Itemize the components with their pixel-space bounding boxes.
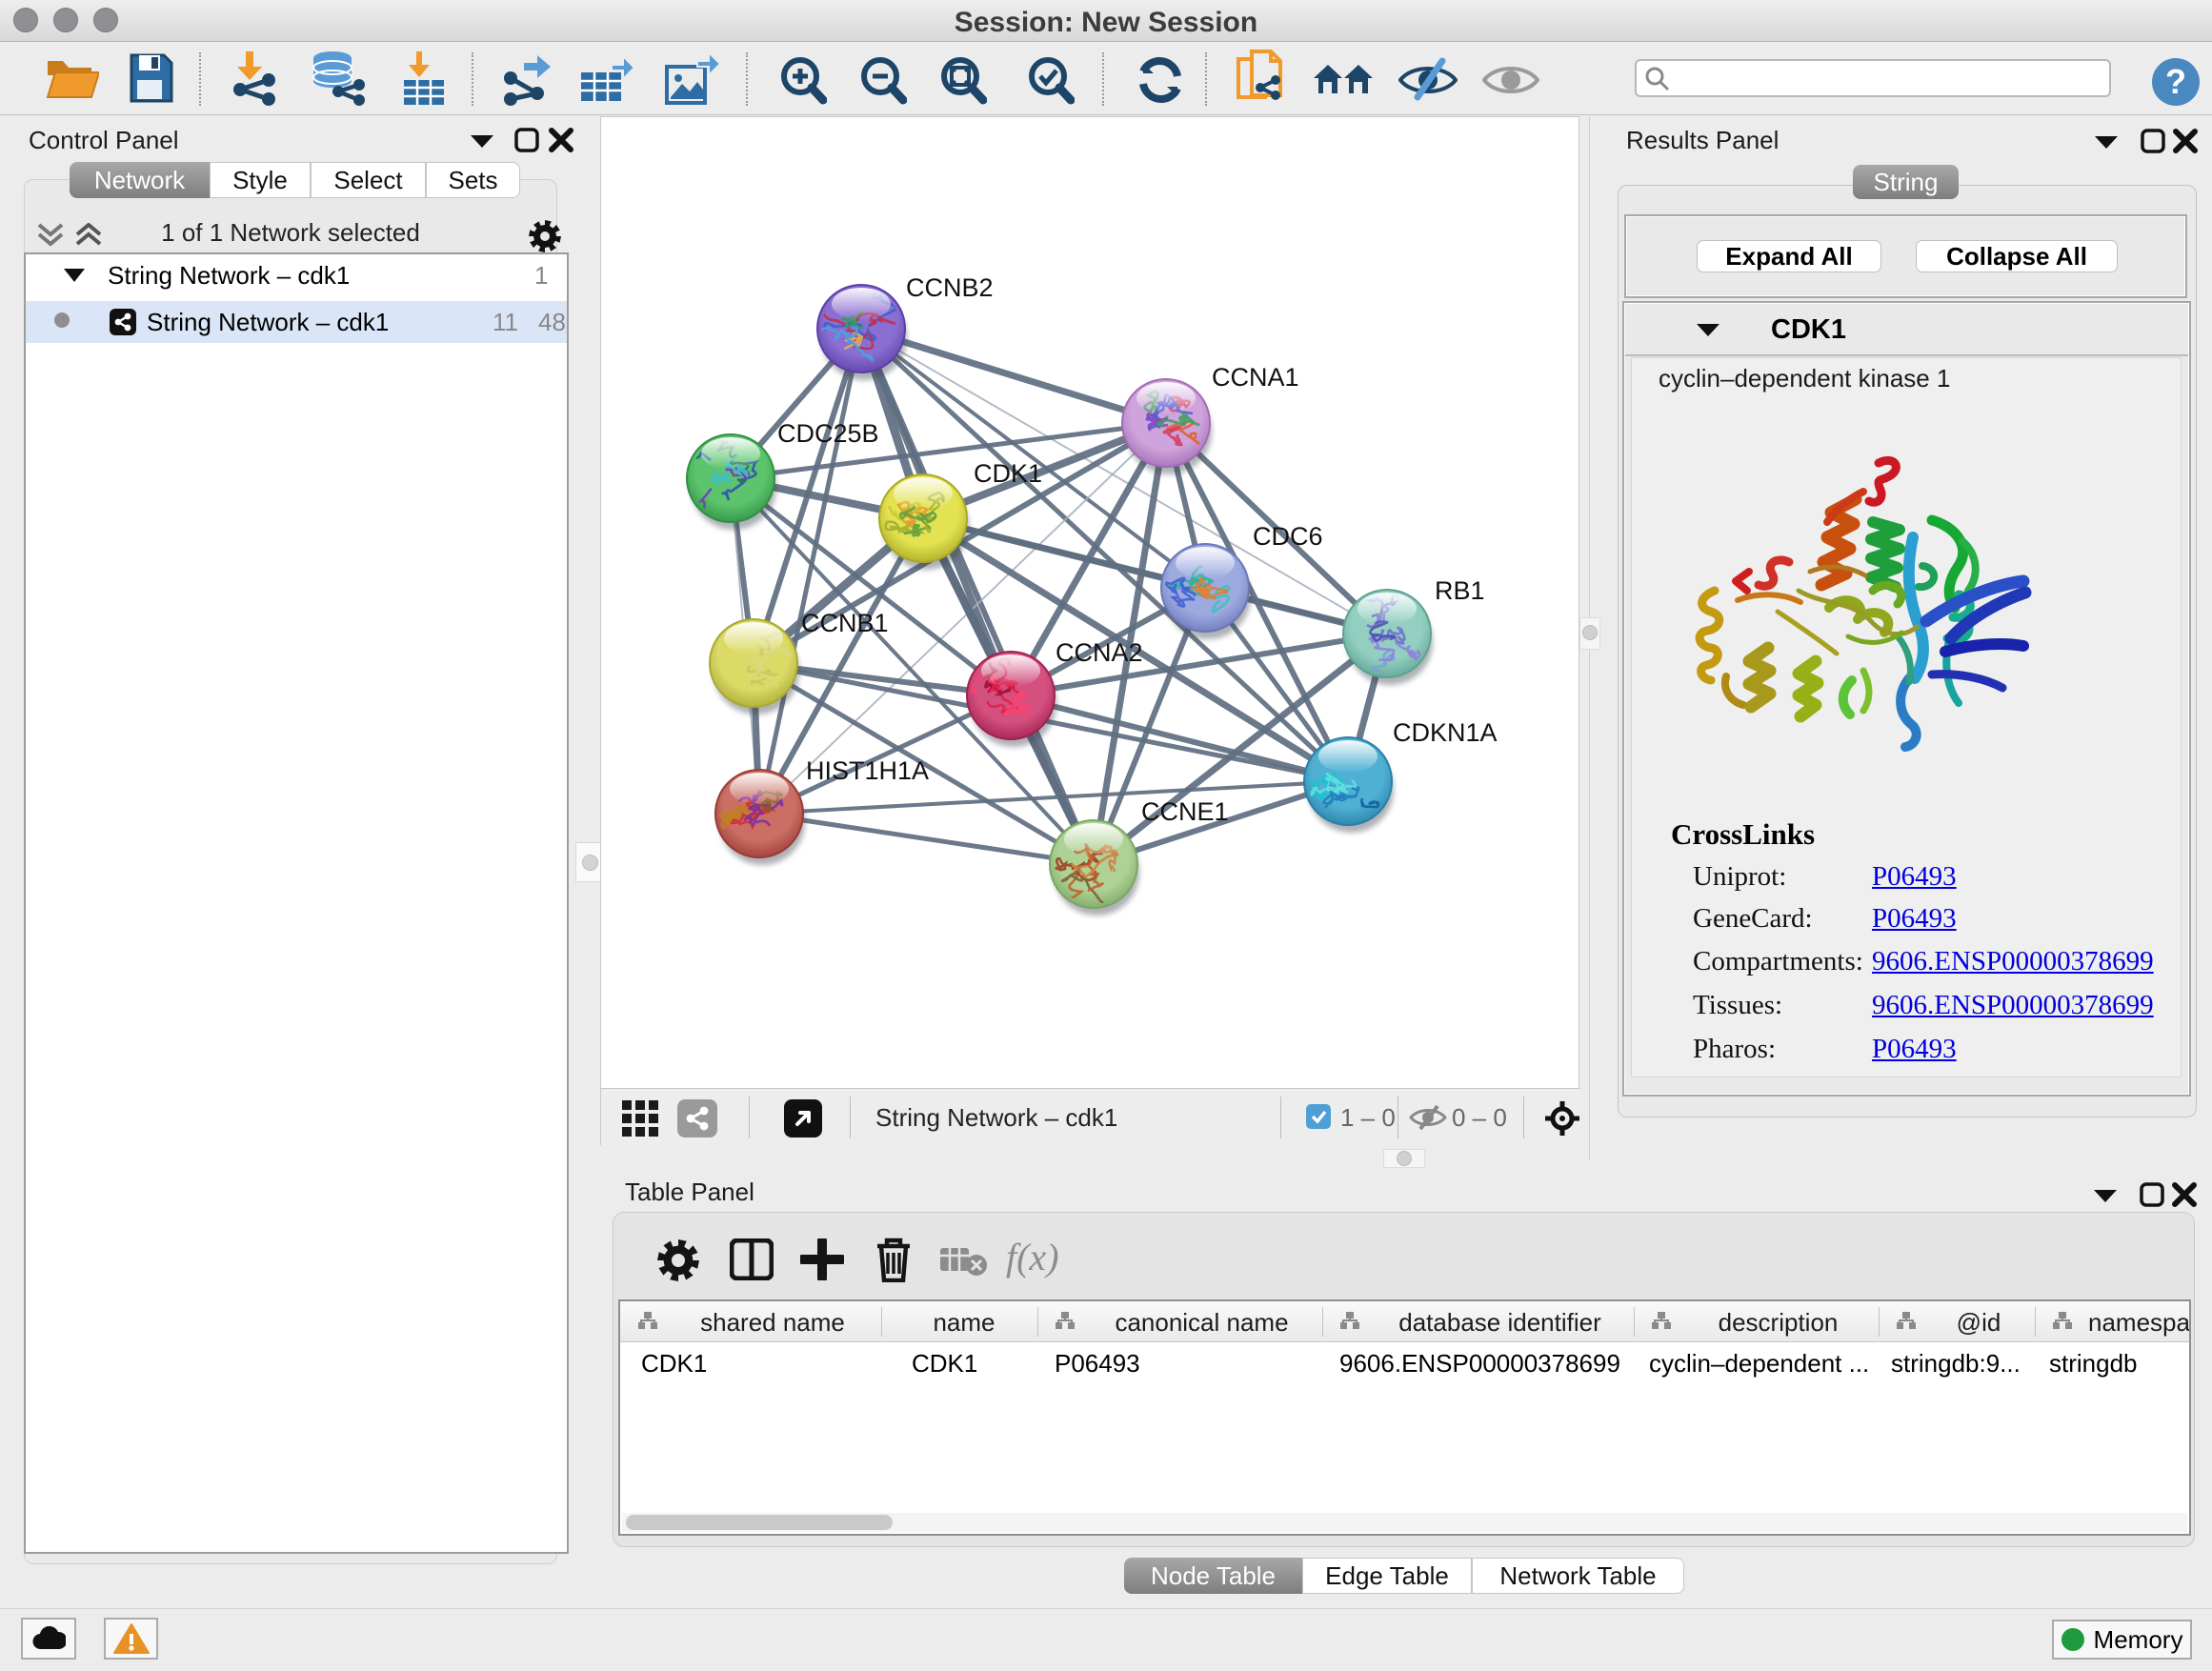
svg-text:?: ? <box>2165 62 2186 101</box>
svg-text:CCNB1: CCNB1 <box>801 609 889 637</box>
svg-text:CCNB2: CCNB2 <box>906 273 994 302</box>
svg-text:CDC6: CDC6 <box>1253 522 1323 551</box>
svg-text:CDC25B: CDC25B <box>777 419 879 448</box>
svg-text:CCNA2: CCNA2 <box>1056 638 1143 667</box>
svg-text:RB1: RB1 <box>1435 576 1485 605</box>
svg-text:HIST1H1A: HIST1H1A <box>806 756 929 785</box>
svg-text:CCNA1: CCNA1 <box>1212 363 1299 392</box>
svg-text:CDKN1A: CDKN1A <box>1393 718 1498 747</box>
svg-text:CCNE1: CCNE1 <box>1141 797 1229 826</box>
svg-text:CDK1: CDK1 <box>974 459 1042 488</box>
